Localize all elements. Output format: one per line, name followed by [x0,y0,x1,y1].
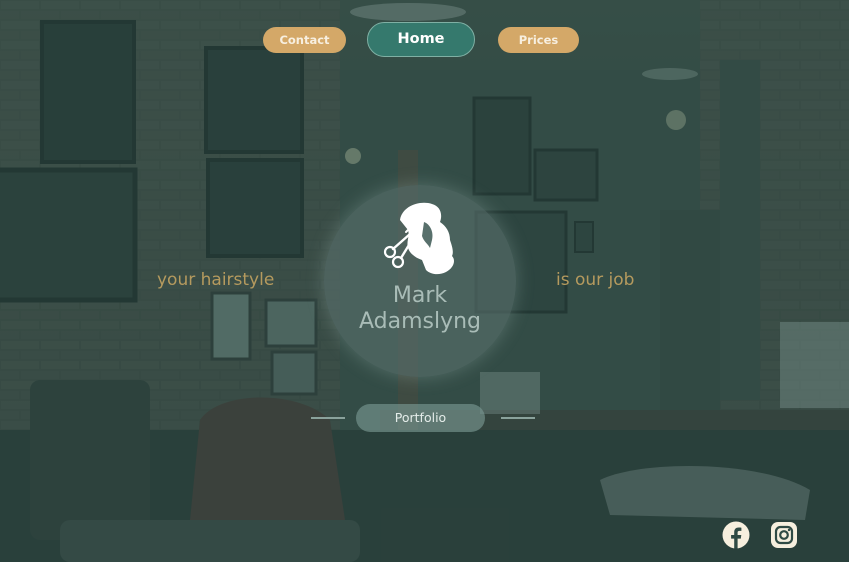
brand-name-first: Mark [392,283,448,308]
portfolio-divider-right [501,417,535,419]
portfolio-button[interactable]: Portfolio [356,404,485,432]
contact-button[interactable]: Contact [263,27,346,53]
barber-head-scissors-icon [383,202,454,275]
tagline-left: your hairstyle [157,270,275,290]
tagline-right: is our job [556,270,635,290]
prices-button[interactable]: Prices [498,27,579,53]
facebook-icon[interactable] [722,521,750,549]
home-button[interactable]: Home [367,22,475,57]
instagram-icon[interactable] [770,521,798,549]
barbershop-landing-page: Contact Home Prices your hairstyle is ou… [0,0,849,562]
brand-name-last: Adamslyng [358,309,482,334]
portfolio-divider-left [311,417,345,419]
